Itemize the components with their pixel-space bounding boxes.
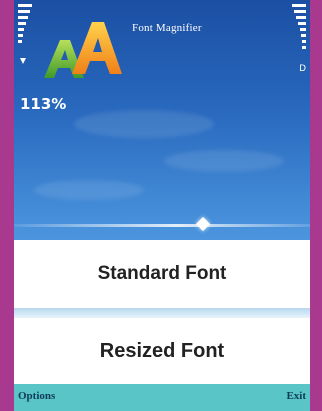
font-magnifier-logo bbox=[44, 22, 122, 78]
options-softkey[interactable]: Options bbox=[18, 390, 55, 402]
standard-font-preview: Standard Font bbox=[14, 240, 310, 308]
zoom-percentage: 113% bbox=[20, 95, 67, 113]
softkey-bar: Options Exit bbox=[14, 384, 310, 411]
cloud-decoration bbox=[164, 150, 284, 172]
app-title: Font Magnifier bbox=[132, 22, 202, 34]
resized-font-preview: Resized Font bbox=[14, 318, 310, 384]
cloud-decoration bbox=[74, 110, 214, 138]
slider-thumb[interactable] bbox=[195, 216, 211, 232]
font-size-slider[interactable] bbox=[14, 224, 310, 227]
battery-level-icon: D bbox=[292, 4, 306, 74]
device-frame-right bbox=[310, 0, 322, 411]
signal-strength-icon bbox=[18, 4, 32, 64]
app-background: D Font Magnifier 113% bbox=[14, 0, 310, 240]
preview-divider bbox=[14, 308, 310, 318]
battery-mark: D bbox=[299, 64, 306, 74]
cloud-decoration bbox=[34, 180, 144, 200]
resized-font-label: Resized Font bbox=[99, 339, 225, 362]
device-frame-left bbox=[0, 0, 14, 411]
standard-font-label: Standard Font bbox=[97, 263, 227, 284]
phone-screen: D Font Magnifier 113% Standard Font Resi… bbox=[14, 0, 310, 411]
exit-softkey[interactable]: Exit bbox=[286, 390, 306, 402]
